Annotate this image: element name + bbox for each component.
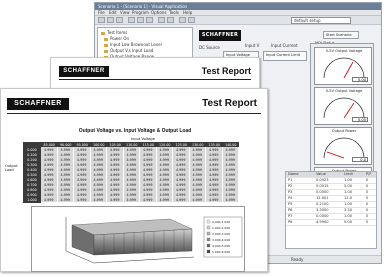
input-v-label: Input V xyxy=(245,43,260,48)
app-logo: SCHAFFNER xyxy=(199,30,241,41)
legend-item: 5.000-6.000 xyxy=(212,250,230,254)
table-row[interactable]: P8 4.9900 5.00 0 xyxy=(286,220,376,226)
gauge-output-voltage-1: 0-5V Output Voltage 5.00 xyxy=(314,47,372,85)
report-back-title: Test Report xyxy=(201,66,251,76)
surface-chart: 0.000-1.000 1.000-2.000 2.000-3.000 3.00… xyxy=(65,216,243,264)
folder-icon xyxy=(104,49,108,53)
run-icon[interactable] xyxy=(158,17,165,23)
report-front-title: Test Report xyxy=(202,98,257,109)
print-icon[interactable] xyxy=(179,17,186,23)
output-load-label: Output Load xyxy=(5,164,18,172)
grid-cell: 4.999 xyxy=(156,197,173,203)
grid-cell: 4.999 xyxy=(41,197,58,203)
legend-item: 4.000-5.000 xyxy=(212,244,230,248)
grid-cell: 4.999 xyxy=(107,197,124,203)
report-back-logo: SCHAFFNER xyxy=(59,66,109,77)
save-icon[interactable] xyxy=(116,17,123,23)
gauge-output-power-1: Output Power 0.0 xyxy=(314,127,372,165)
app-titlebar: Scenario 1 - [Scenario 1] - Visual Appli… xyxy=(95,3,381,10)
gauge-output-voltage-2: 0-5V Output Voltage 5.05 xyxy=(314,87,372,125)
folder-icon xyxy=(104,37,108,41)
legend-item: 1.000-2.000 xyxy=(212,226,230,230)
copy-icon[interactable] xyxy=(137,17,144,23)
grid-cell: 4.999 xyxy=(123,197,140,203)
tree-item[interactable]: Power On xyxy=(104,36,129,41)
grid-cell: 4.999 xyxy=(74,197,91,203)
stop-icon[interactable] xyxy=(167,17,174,23)
open-icon[interactable] xyxy=(107,17,114,23)
grid-cell: 4.999 xyxy=(140,197,157,203)
start-scenario-button[interactable]: Start Scenario xyxy=(323,31,359,39)
input-current-label: Input Current xyxy=(271,43,298,48)
dc-source-label: DC Source xyxy=(199,45,220,50)
input-voltage-label: Input Voltage xyxy=(131,137,155,141)
legend-item: 2.000-3.000 xyxy=(212,232,230,236)
folder-icon xyxy=(104,43,108,47)
app-toolbar: default setup xyxy=(95,16,381,25)
grid-cell: 4.999 xyxy=(189,197,206,203)
help-icon[interactable] xyxy=(188,17,195,23)
cut-icon[interactable] xyxy=(128,17,135,23)
surface-chart-frame: 0.000-1.000 1.000-2.000 2.000-3.000 3.00… xyxy=(31,206,245,272)
input-current-limit-field[interactable]: Input Current Limit xyxy=(263,51,307,61)
legend-item: 0.000-1.000 xyxy=(212,220,230,224)
grid-cell: 4.999 xyxy=(173,197,190,203)
legend-item: 3.000-4.000 xyxy=(212,238,230,242)
setup-combo[interactable]: default setup xyxy=(291,17,351,24)
report-front-logo: SCHAFFNER xyxy=(7,98,69,110)
divider xyxy=(59,79,251,80)
results-table: Name Value Limit P/F P1 0.0023 1.00 0 P2 5.0015… xyxy=(285,171,377,249)
chart-title: Output Voltage vs. Input Voltage & Outpu… xyxy=(78,128,192,134)
new-icon[interactable] xyxy=(98,17,105,23)
status-ready: Ready xyxy=(291,257,304,262)
folder-icon xyxy=(101,31,105,35)
data-grid: 85.000 90.000 95.000 100.00 105.00 110.00 115.… xyxy=(23,142,263,203)
grid-cell: 4.999 xyxy=(222,197,239,203)
divider xyxy=(7,113,261,114)
tree-item[interactable]: Input Low Brownout Level xyxy=(104,42,162,47)
grid-row-header: 1.000 xyxy=(23,197,41,203)
grid-cell: 4.999 xyxy=(57,197,74,203)
paste-icon[interactable] xyxy=(146,17,153,23)
tree-item[interactable]: Output V.s Input Load xyxy=(104,48,153,53)
tree-item[interactable]: Test Items xyxy=(101,30,127,35)
app-title: Scenario 1 - [Scenario 1] - Visual Appli… xyxy=(98,4,188,9)
grid-cell: 4.999 xyxy=(90,197,107,203)
report-page-front: SCHAFFNER Test Report Output Voltage vs.… xyxy=(0,88,268,272)
grid-cell: 4.999 xyxy=(206,197,223,203)
